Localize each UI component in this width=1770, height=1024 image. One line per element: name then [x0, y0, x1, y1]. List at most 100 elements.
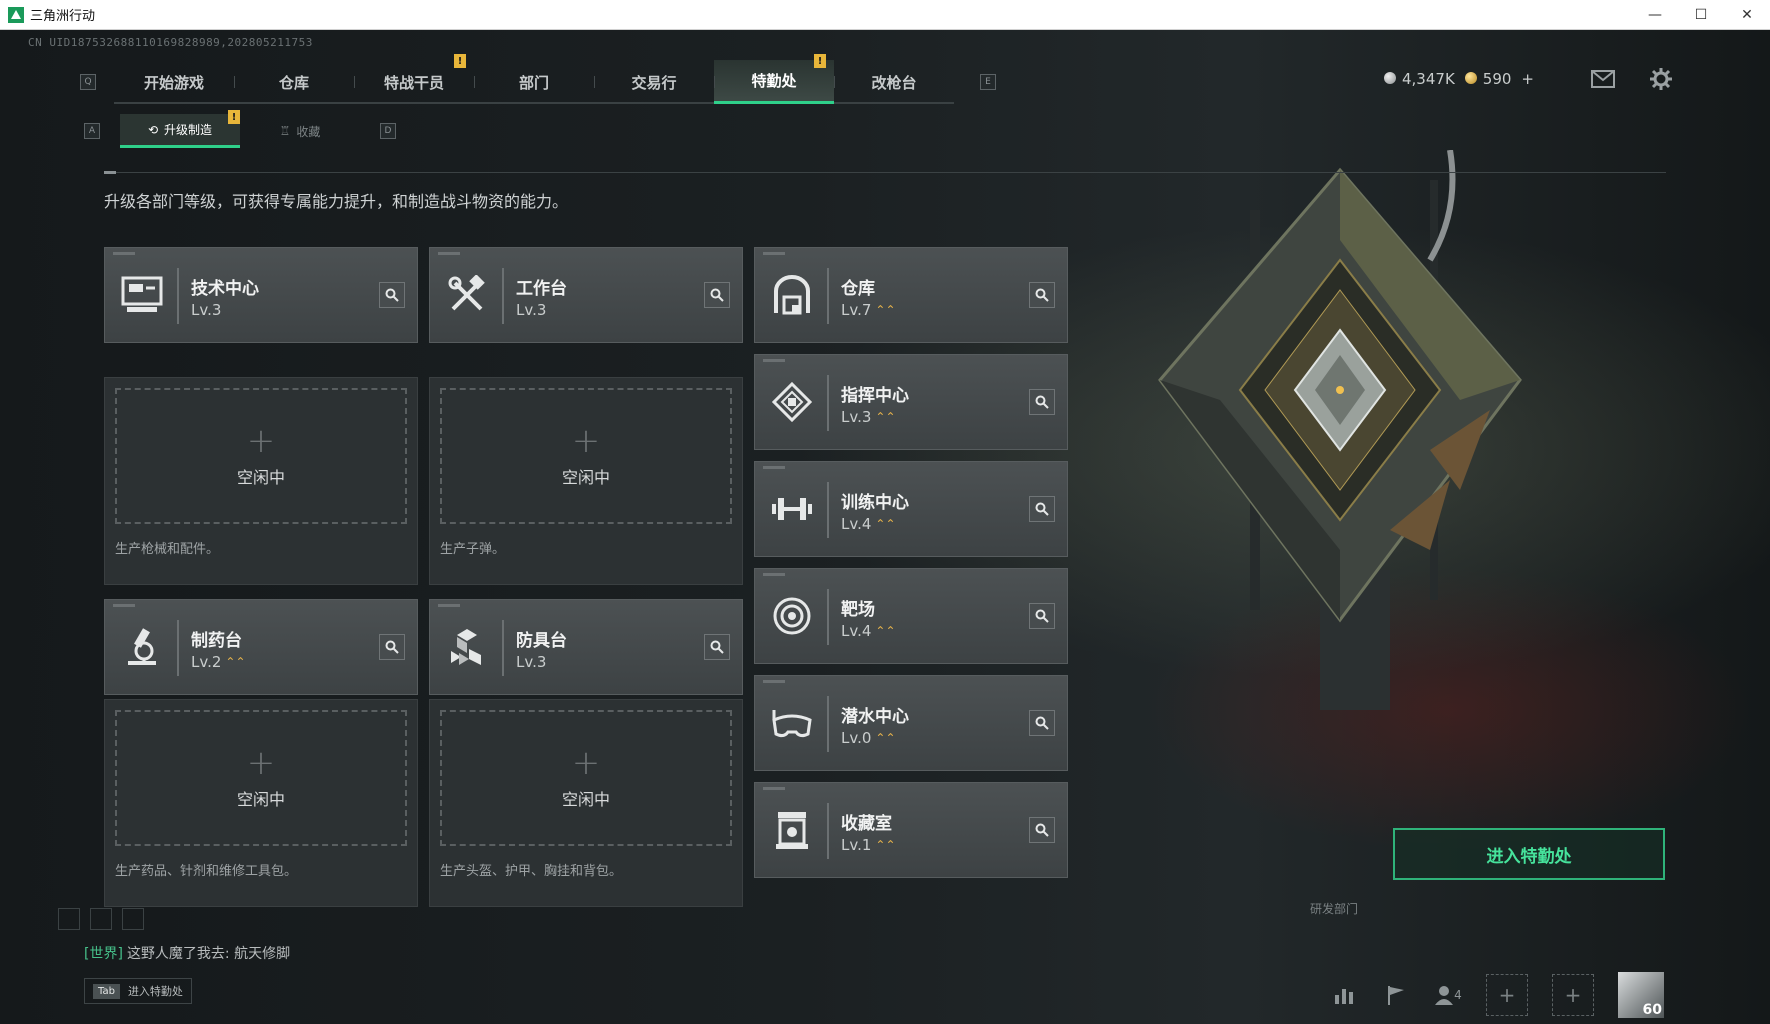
dept-level-value: Lv.0 — [841, 729, 872, 747]
dept-card-training-center[interactable]: 训练中心 Lv.4 ⌃⌃ — [754, 461, 1068, 557]
dept-name: 潜水中心 — [841, 707, 909, 727]
window-title: 三角洲行动 — [30, 9, 96, 24]
player-uid: CN UID187532688110169828989,202805211753 — [28, 36, 313, 49]
idle-production-slot[interactable]: + 空闲中 — [115, 710, 407, 846]
search-icon[interactable] — [1029, 710, 1055, 736]
chat-tool-button[interactable] — [58, 908, 80, 930]
minimize-button[interactable]: — — [1632, 0, 1678, 30]
idle-production-slot[interactable]: + 空闲中 — [440, 388, 732, 524]
tab-special-ops[interactable]: 特勤处! — [714, 54, 834, 104]
dept-card-diving-center[interactable]: 潜水中心 Lv.0 ⌃⌃ — [754, 675, 1068, 771]
idle-production-slot[interactable]: + 空闲中 — [440, 710, 732, 846]
idle-production-slot[interactable]: + 空闲中 — [115, 388, 407, 524]
bottom-toolbar: 4 + + 60 — [1330, 972, 1664, 1018]
search-icon[interactable] — [1029, 282, 1055, 308]
gold-amount: 590 — [1482, 70, 1512, 88]
party-slot-add-button[interactable]: + — [1486, 974, 1528, 1016]
stats-icon[interactable] — [1330, 981, 1358, 1009]
page-description: 升级各部门等级，可获得专属能力提升，和制造战斗物资的能力。 — [104, 192, 569, 211]
friends-button[interactable]: 4 — [1434, 981, 1462, 1009]
tab-operators[interactable]: 特战干员! — [354, 54, 474, 104]
dept-name: 训练中心 — [841, 493, 909, 513]
cube-scene-illustration — [1158, 150, 1522, 710]
subtab-collection[interactable]: ♖ 收藏 — [240, 114, 360, 148]
dept-card-warehouse[interactable]: 仓库 Lv.7 ⌃⌃ — [754, 247, 1068, 343]
chat-message[interactable]: [世界] 这野人魔了我去: 航天修脚 — [84, 943, 290, 963]
dept-card-pharmacy[interactable]: 制药台 Lv.2 ⌃⌃ — [104, 599, 418, 695]
card-corner-mark — [763, 359, 785, 362]
tab-shortcut-hint[interactable]: Tab 进入特勤处 — [84, 978, 192, 1004]
card-corner-mark — [763, 680, 785, 683]
subtab-upgrade-craft[interactable]: ⟲ 升级制造 ! — [120, 110, 240, 148]
chat-tool-button[interactable] — [90, 908, 112, 930]
nav-next-key-hint: E — [980, 74, 996, 90]
search-icon[interactable] — [1029, 817, 1055, 843]
window-titlebar: 三角洲行动 — ☐ ✕ — [0, 0, 1770, 30]
mail-icon[interactable] — [1590, 68, 1616, 90]
dept-card-workbench[interactable]: 工作台 Lv.3 — [429, 247, 743, 343]
produce-description: 生产子弹。 — [440, 542, 506, 557]
card-corner-mark — [763, 787, 785, 790]
game-viewport: CN UID187532688110169828989,202805211753… — [0, 30, 1770, 1024]
target-icon — [769, 593, 815, 639]
search-icon[interactable] — [1029, 389, 1055, 415]
dept-level: Lv.4 ⌃⌃ — [841, 622, 896, 640]
dept-card-command-center[interactable]: 指挥中心 Lv.3 ⌃⌃ — [754, 354, 1068, 450]
search-icon[interactable] — [704, 282, 730, 308]
upgrade-available-icon: ⌃⌃ — [875, 624, 896, 638]
dept-card-shooting-range[interactable]: 靶场 Lv.4 ⌃⌃ — [754, 568, 1068, 664]
card-separator — [177, 268, 179, 324]
tab-hint-label: 进入特勤处 — [127, 985, 183, 998]
alert-badge: ! — [454, 54, 466, 68]
dept-card-armor-bench[interactable]: 防具台 Lv.3 — [429, 599, 743, 695]
chat-tool-button[interactable] — [122, 908, 144, 930]
subtab-label: 升级制造 — [164, 123, 213, 137]
avatar[interactable]: 60 — [1618, 972, 1664, 1018]
tab-warehouse[interactable]: 仓库 — [234, 60, 354, 104]
search-icon[interactable] — [1029, 603, 1055, 629]
card-separator — [827, 268, 829, 324]
dept-level: Lv.3 — [191, 301, 221, 319]
dept-card-collection-room[interactable]: 收藏室 Lv.1 ⌃⌃ — [754, 782, 1068, 878]
close-button[interactable]: ✕ — [1724, 0, 1770, 30]
tab-gunsmith[interactable]: 改枪台 — [834, 60, 954, 104]
divider-mark — [104, 171, 116, 174]
dept-card-tech-center[interactable]: 技术中心 Lv.3 — [104, 247, 418, 343]
dept-level-value: Lv.3 — [191, 301, 222, 319]
chat-tools — [58, 908, 144, 930]
chat-channel: [世界] — [84, 946, 123, 962]
party-slot-add-button[interactable]: + — [1552, 974, 1594, 1016]
tab-department[interactable]: 部门 — [474, 60, 594, 104]
subnav-next-key-hint: D — [380, 123, 396, 139]
dept-level-value: Lv.7 — [841, 301, 872, 319]
tab-start-game[interactable]: 开始游戏 — [114, 60, 234, 104]
add-icon: + — [246, 421, 276, 461]
search-icon[interactable] — [1029, 496, 1055, 522]
gear-icon[interactable] — [1648, 68, 1674, 90]
maximize-button[interactable]: ☐ — [1678, 0, 1724, 30]
friends-icon — [1435, 986, 1454, 1005]
search-icon[interactable] — [704, 634, 730, 660]
dept-level-value: Lv.3 — [516, 653, 547, 671]
upgrade-icon: ⟲ — [147, 122, 159, 137]
tab-trading[interactable]: 交易行 — [594, 60, 714, 104]
subtab-label: 收藏 — [296, 124, 321, 139]
search-icon[interactable] — [379, 634, 405, 660]
chat-text: 这野人魔了我去: 航天修脚 — [126, 946, 291, 962]
card-corner-mark — [763, 252, 785, 255]
armor-blocks-icon — [444, 624, 490, 670]
computer-icon — [119, 272, 165, 318]
flag-icon[interactable] — [1382, 981, 1410, 1009]
dept-level: Lv.7 ⌃⌃ — [841, 301, 896, 319]
microscope-icon — [119, 624, 165, 670]
search-icon[interactable] — [379, 282, 405, 308]
add-icon: + — [571, 421, 601, 461]
upgrade-available-icon: ⌃⌃ — [875, 303, 896, 317]
nav-prev-key-hint: Q — [80, 74, 96, 90]
enter-special-ops-button[interactable]: 进入特勤处 — [1393, 828, 1665, 880]
dept-level-value: Lv.4 — [841, 515, 872, 533]
card-corner-mark — [438, 252, 460, 255]
add-currency-button[interactable]: + — [1521, 70, 1534, 88]
silver-currency: 4,347K — [1384, 70, 1455, 88]
command-icon — [769, 379, 815, 425]
